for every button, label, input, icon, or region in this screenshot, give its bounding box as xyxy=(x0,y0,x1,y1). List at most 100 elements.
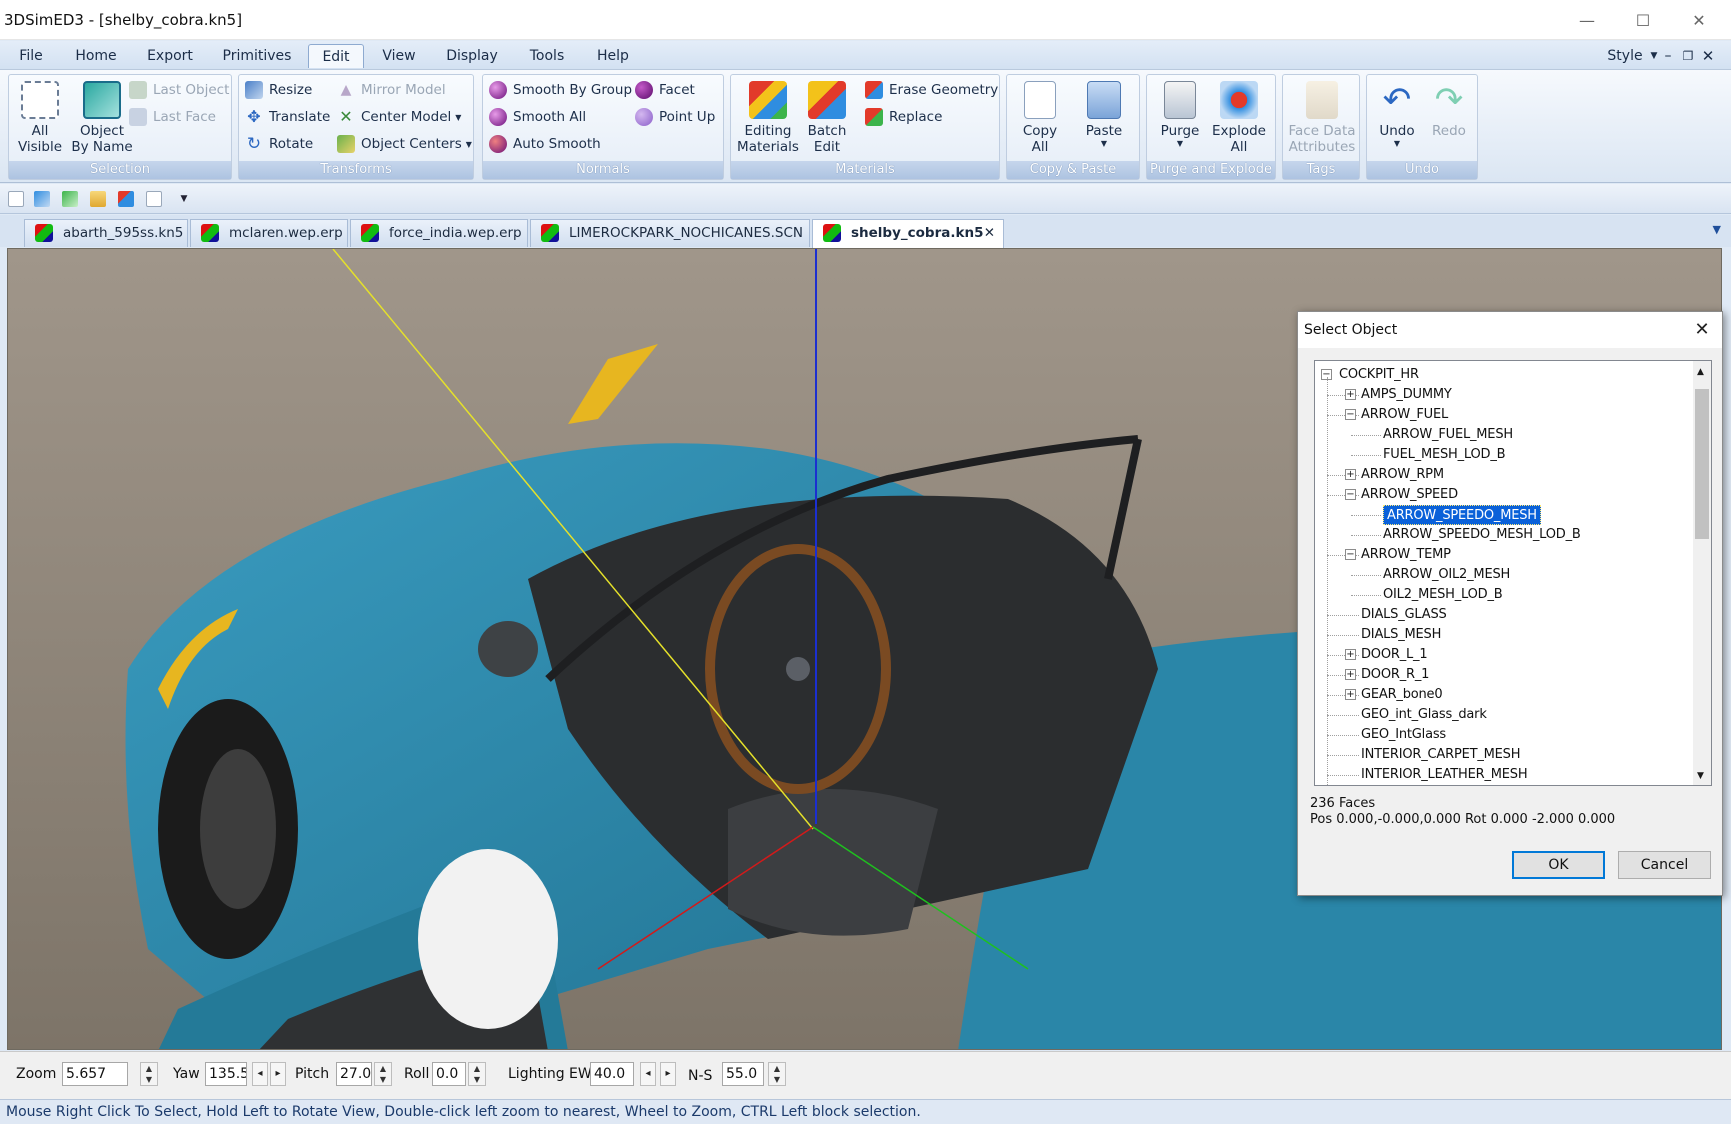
ribbon-minimize-icon[interactable]: – xyxy=(1660,44,1676,68)
all-visible-button[interactable]: All Visible xyxy=(13,75,67,155)
dialog-close-icon[interactable]: ✕ xyxy=(1688,316,1716,344)
menu-edit[interactable]: Edit xyxy=(308,44,364,68)
menu-display[interactable]: Display xyxy=(440,44,504,68)
collapse-icon[interactable]: − xyxy=(1345,489,1356,500)
collapse-icon[interactable]: − xyxy=(1345,409,1356,420)
expand-icon[interactable]: + xyxy=(1345,689,1356,700)
expand-icon[interactable]: + xyxy=(1345,669,1356,680)
menu-help[interactable]: Help xyxy=(590,44,636,68)
tree-node[interactable]: ARROW_FUEL_MESH xyxy=(1383,425,1513,445)
menu-primitives[interactable]: Primitives xyxy=(218,44,296,68)
customize-toolbar-icon[interactable]: ▼ xyxy=(176,191,192,207)
tab-abarth[interactable]: abarth_595ss.kn5 xyxy=(24,219,188,247)
object-centers-button[interactable]: Object Centers ▼ xyxy=(337,135,472,153)
tree-node[interactable]: AMPS_DUMMY xyxy=(1361,385,1452,405)
explode-all-button[interactable]: Explode All xyxy=(1207,75,1271,155)
undo-button[interactable]: ↶ Undo ▼ xyxy=(1371,75,1423,149)
tree-node[interactable]: INTERIOR_LEATHER_MESH xyxy=(1361,765,1528,785)
ns-input[interactable]: 55.0 xyxy=(722,1062,764,1086)
menu-tools[interactable]: Tools xyxy=(522,44,572,68)
tab-force-india[interactable]: force_india.wep.erp xyxy=(350,219,528,247)
pitch-input[interactable]: 27.0 xyxy=(336,1062,372,1086)
batch-edit-button[interactable]: Batch Edit xyxy=(801,75,853,155)
replace-button[interactable]: Replace xyxy=(865,108,942,126)
tree-node[interactable]: GEO_IntGlass xyxy=(1361,725,1446,745)
mirror-model-button[interactable]: ▲ Mirror Model xyxy=(337,81,446,99)
purge-button[interactable]: Purge ▼ xyxy=(1153,75,1207,149)
last-face-button[interactable]: Last Face xyxy=(129,108,216,126)
open-folder-icon[interactable] xyxy=(90,191,106,207)
face-data-attributes-button[interactable]: Face Data Attributes xyxy=(1285,75,1359,155)
tab-close-icon[interactable]: ✕ xyxy=(984,220,995,246)
smooth-by-group-button[interactable]: Smooth By Group xyxy=(489,81,632,99)
tree-node[interactable]: FUEL_MESH_LOD_B xyxy=(1383,445,1506,465)
auto-smooth-button[interactable]: Auto Smooth xyxy=(489,135,601,153)
scroll-down-icon[interactable]: ▼ xyxy=(1697,771,1704,781)
tab-shelby-cobra[interactable]: shelby_cobra.kn5 ✕ xyxy=(812,219,1004,248)
menu-home[interactable]: Home xyxy=(68,44,124,68)
style-menu[interactable]: Style xyxy=(1600,44,1650,68)
zoom-input[interactable]: 5.657 xyxy=(62,1062,128,1086)
tree-node[interactable]: DIALS_MESH xyxy=(1361,625,1441,645)
copy-icon[interactable] xyxy=(146,191,162,207)
tab-list-dropdown-icon[interactable]: ▼ xyxy=(1713,223,1721,236)
roll-spinner[interactable]: ▲ ▼ xyxy=(468,1062,486,1086)
tree-node[interactable]: ARROW_OIL2_MESH xyxy=(1383,565,1510,585)
zoom-spinner[interactable]: ▲ ▼ xyxy=(140,1062,158,1086)
close-window-button[interactable]: ✕ xyxy=(1671,0,1727,40)
style-dropdown-icon[interactable]: ▼ xyxy=(1648,44,1660,68)
resize-button[interactable]: Resize xyxy=(245,81,312,99)
tree-node[interactable]: ARROW_SPEEDO_MESH xyxy=(1383,505,1541,525)
yaw-input[interactable]: 135.5l xyxy=(205,1062,247,1086)
tree-node[interactable]: DIALS_GLASS xyxy=(1361,605,1447,625)
lighting-ew-input[interactable]: 40.0 xyxy=(590,1062,634,1086)
point-up-button[interactable]: Point Up xyxy=(635,108,715,126)
menu-file[interactable]: File xyxy=(10,44,52,68)
yaw-left-arrow-icon[interactable]: ◂ xyxy=(252,1062,268,1086)
ok-button[interactable]: OK xyxy=(1512,851,1605,879)
editing-materials-button[interactable]: Editing Materials xyxy=(735,75,801,155)
tree-node[interactable]: ARROW_RPM xyxy=(1361,465,1444,485)
tree-node[interactable]: ARROW_TEMP xyxy=(1361,545,1451,565)
tree-node[interactable]: ARROW_SPEED xyxy=(1361,485,1458,505)
yaw-right-arrow-icon[interactable]: ▸ xyxy=(270,1062,286,1086)
scroll-up-icon[interactable]: ▲ xyxy=(1697,367,1704,377)
copy-all-button[interactable]: Copy All xyxy=(1013,75,1067,155)
ribbon-restore-icon[interactable]: ❐ xyxy=(1680,44,1696,68)
menu-export[interactable]: Export xyxy=(140,44,200,68)
erase-geometry-button[interactable]: Erase Geometry xyxy=(865,81,998,99)
tree-node[interactable]: GEO_int_Glass_dark xyxy=(1361,705,1487,725)
import-icon[interactable] xyxy=(34,191,50,207)
tree-node[interactable]: DOOR_R_1 xyxy=(1361,665,1429,685)
tree-scrollbar[interactable]: ▲ ▼ xyxy=(1693,361,1711,785)
tree-node[interactable]: ARROW_FUEL xyxy=(1361,405,1448,425)
tab-mclaren[interactable]: mclaren.wep.erp xyxy=(190,219,348,247)
tree-node[interactable]: ARROW_SPEEDO_MESH_LOD_B xyxy=(1383,525,1581,545)
open-recent-icon[interactable] xyxy=(62,191,78,207)
paste-button[interactable]: Paste ▼ xyxy=(1073,75,1135,149)
tree-node[interactable]: INTERIOR_CARPET_MESH xyxy=(1361,745,1521,765)
tab-limerockpark[interactable]: LIMEROCKPARK_NOCHICANES.SCN xyxy=(530,219,810,247)
scroll-thumb[interactable] xyxy=(1695,389,1709,539)
collapse-icon[interactable]: − xyxy=(1345,549,1356,560)
new-file-icon[interactable] xyxy=(8,191,24,207)
cancel-button[interactable]: Cancel xyxy=(1618,851,1711,879)
pitch-spinner[interactable]: ▲ ▼ xyxy=(374,1062,392,1086)
tree-node[interactable]: GEAR_bone0 xyxy=(1361,685,1443,705)
translate-button[interactable]: ✥ Translate xyxy=(245,108,330,126)
ribbon-close-icon[interactable]: ✕ xyxy=(1700,44,1716,68)
redo-button[interactable]: ↷ Redo xyxy=(1423,75,1475,139)
facet-button[interactable]: Facet xyxy=(635,81,695,99)
smooth-all-button[interactable]: Smooth All xyxy=(489,108,586,126)
lighting-right-arrow-icon[interactable]: ▸ xyxy=(660,1062,676,1086)
object-tree[interactable]: ▲ ▼ − COCKPIT_HR + AMPS_DUMMY − ARROW_FUEL ARR… xyxy=(1314,360,1712,786)
maximize-button[interactable]: ☐ xyxy=(1615,0,1671,40)
expand-icon[interactable]: + xyxy=(1345,469,1356,480)
object-by-name-button[interactable]: Object By Name xyxy=(67,75,137,155)
expand-icon[interactable]: + xyxy=(1345,389,1356,400)
last-object-button[interactable]: Last Object xyxy=(129,81,229,99)
menu-view[interactable]: View xyxy=(376,44,422,68)
ns-spinner[interactable]: ▲ ▼ xyxy=(768,1062,786,1086)
lighting-left-arrow-icon[interactable]: ◂ xyxy=(640,1062,656,1086)
tree-node[interactable]: OIL2_MESH_LOD_B xyxy=(1383,585,1503,605)
